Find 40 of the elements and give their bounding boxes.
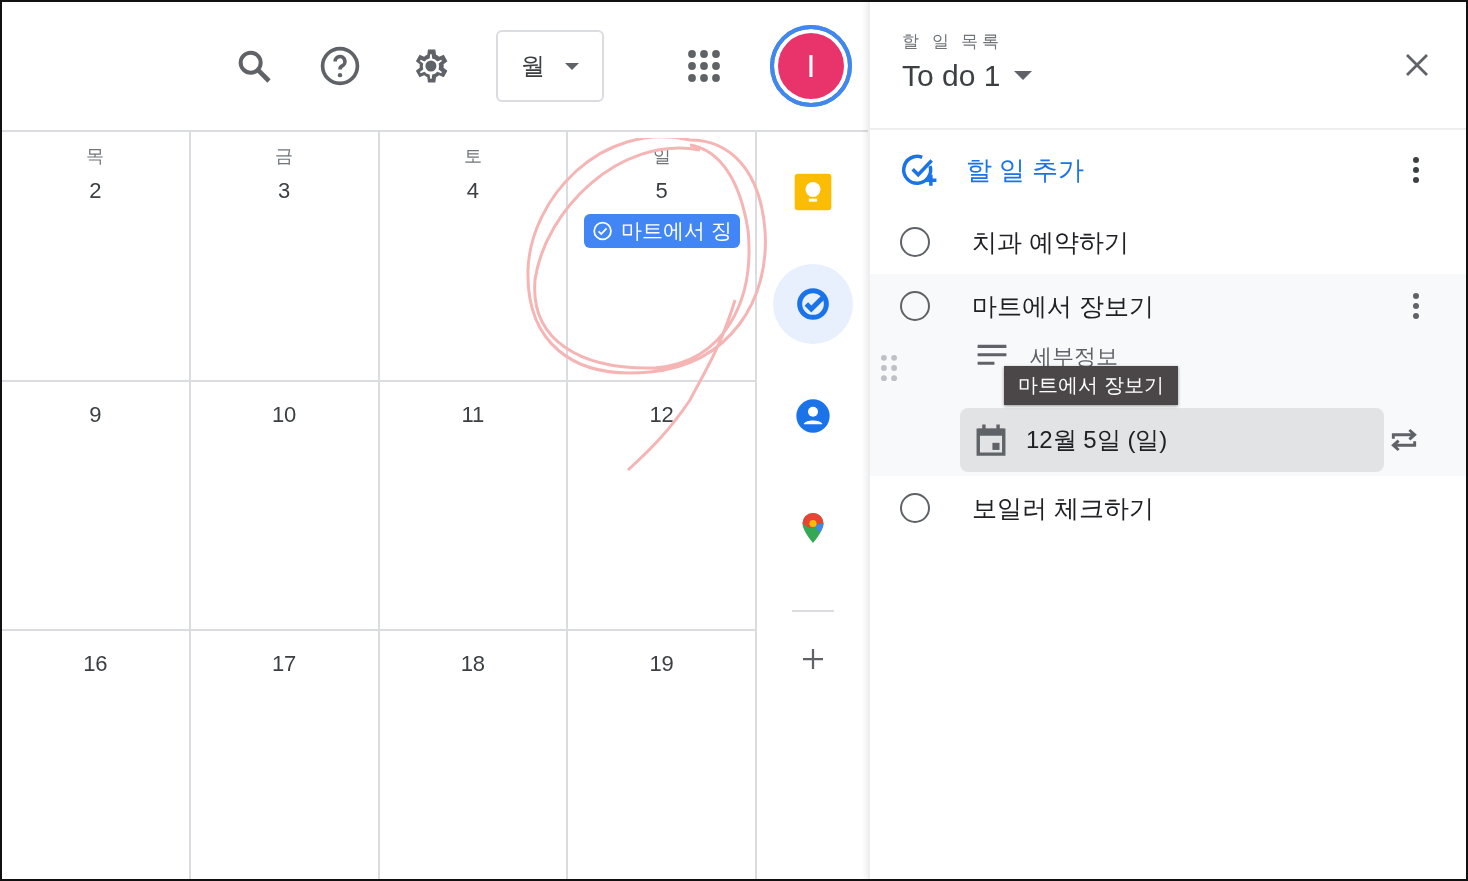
date-number[interactable]: 9 xyxy=(89,401,102,428)
date-number[interactable]: 19 xyxy=(649,651,674,678)
date-number[interactable]: 16 xyxy=(83,651,108,678)
task-chip[interactable]: 마트에서 징 xyxy=(583,214,740,248)
check-circle-icon xyxy=(591,220,613,242)
view-select[interactable]: 월 xyxy=(496,30,604,102)
due-date-chip[interactable]: 12월 5일 (일) xyxy=(960,408,1384,472)
task-checkbox[interactable] xyxy=(900,227,930,257)
caret-icon xyxy=(1014,71,1033,80)
date-number[interactable]: 10 xyxy=(271,401,297,428)
weekday-label: 금 xyxy=(275,145,294,168)
task-title: 보일러 체크하기 xyxy=(972,492,1155,524)
date-number[interactable]: 17 xyxy=(271,651,297,678)
weekday-label: 토 xyxy=(463,145,482,168)
apps-icon[interactable] xyxy=(686,48,722,84)
task-title: 치과 예약하기 xyxy=(972,226,1130,258)
date-number[interactable]: 12 xyxy=(649,401,674,428)
date-number[interactable]: 4 xyxy=(466,178,479,204)
tooltip: 마트에서 장보기 xyxy=(1004,366,1178,405)
weekday-label: 목 xyxy=(86,145,105,168)
caret-icon xyxy=(565,62,579,70)
more-icon[interactable] xyxy=(1412,291,1420,321)
notes-icon xyxy=(976,344,1008,368)
lightbulb-icon xyxy=(792,172,833,212)
date-number[interactable]: 18 xyxy=(460,651,486,678)
task-title: 마트에서 장보기 xyxy=(972,290,1155,322)
calendar-icon xyxy=(974,423,1008,457)
task-checkbox[interactable] xyxy=(900,493,930,523)
drag-handle-icon[interactable] xyxy=(880,354,898,382)
add-task-button[interactable]: 할 일 추가 xyxy=(900,151,1085,189)
list-select[interactable]: To do 1 xyxy=(902,58,1033,93)
help-icon[interactable] xyxy=(318,44,362,88)
details-placeholder[interactable]: 세부정보 xyxy=(1030,346,1118,368)
panel-label: 할 일 목록 xyxy=(902,30,1005,53)
date-number[interactable]: 3 xyxy=(278,178,291,204)
task-checkbox[interactable] xyxy=(900,291,930,321)
date-number[interactable]: 2 xyxy=(89,178,102,204)
more-icon[interactable] xyxy=(1412,155,1420,185)
date-number[interactable]: 11 xyxy=(461,401,485,428)
date-number[interactable]: 5 xyxy=(655,178,668,204)
